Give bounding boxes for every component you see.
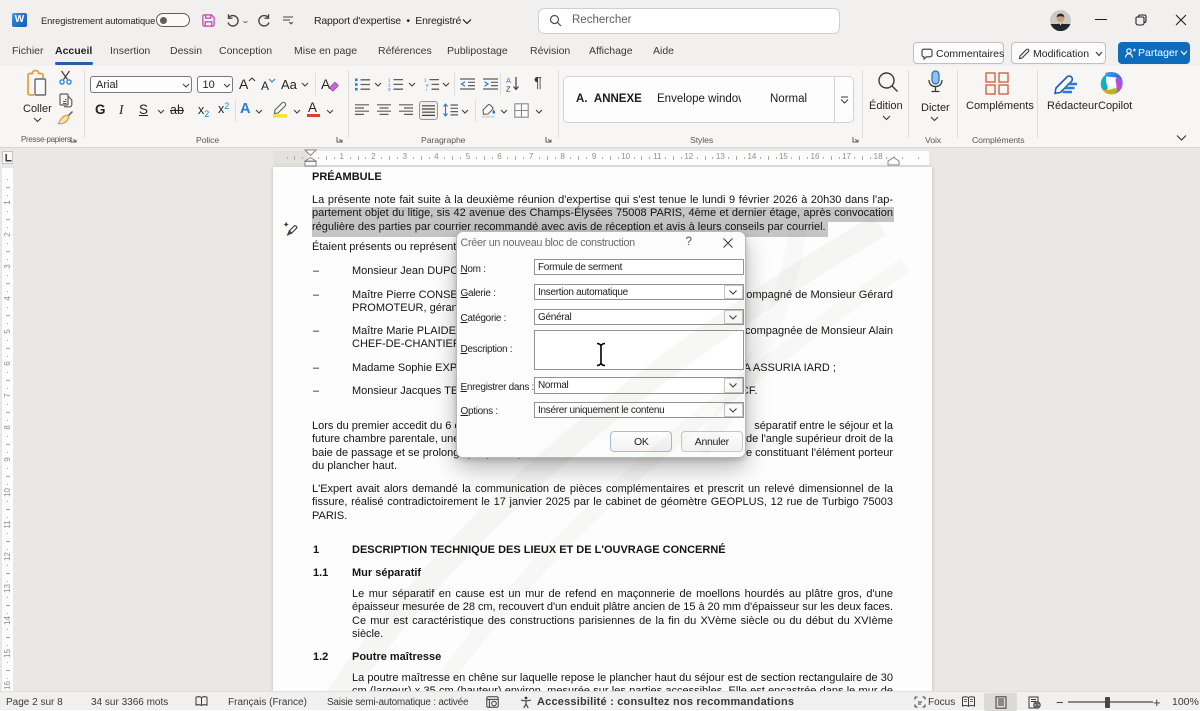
svg-text:Z: Z <box>506 85 511 93</box>
svg-text:3: 3 <box>388 87 391 91</box>
svg-text:i: i <box>426 87 427 91</box>
